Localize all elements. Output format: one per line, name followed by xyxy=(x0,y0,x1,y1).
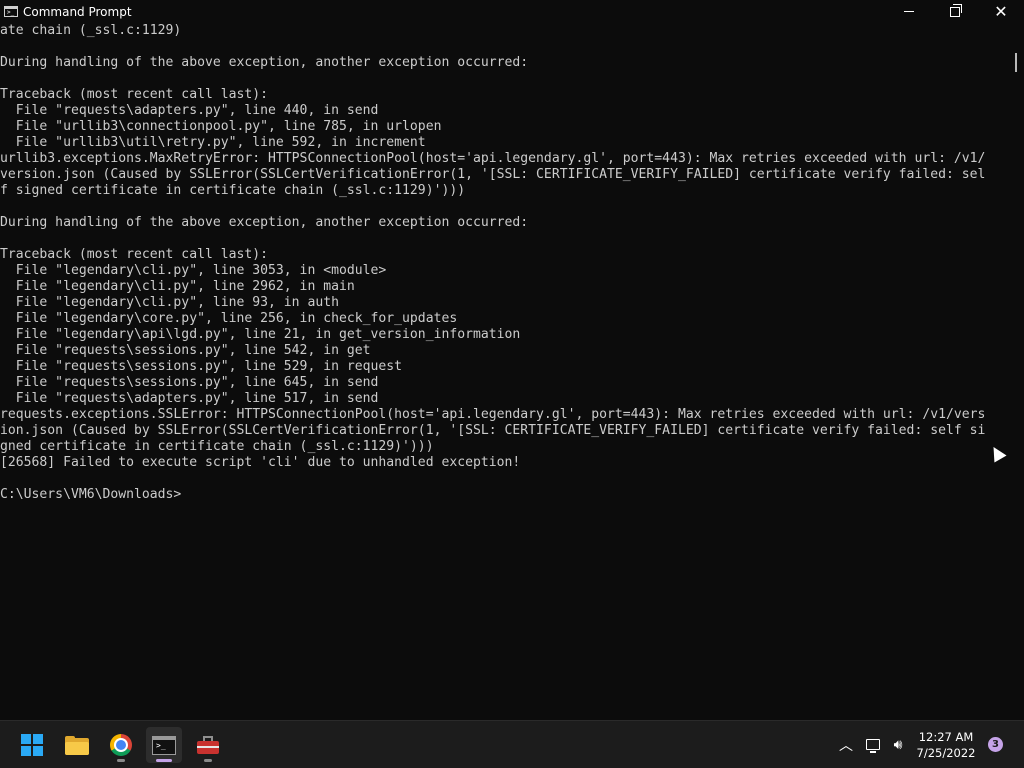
chrome-icon xyxy=(110,734,132,756)
running-indicator xyxy=(204,759,212,762)
window-controls: ✕ xyxy=(886,0,1024,23)
window-title: Command Prompt xyxy=(23,4,132,19)
title-bar[interactable]: >_ Command Prompt ✕ xyxy=(0,0,1024,23)
clock-time: 12:27 AM xyxy=(918,730,974,744)
restore-icon xyxy=(950,3,962,17)
close-button[interactable]: ✕ xyxy=(978,0,1024,23)
clock[interactable]: 12:27 AM 7/25/2022 xyxy=(912,729,980,761)
taskbar: >_ ︿ 🔊︎ 12:27 AM 7/25/2022 3 xyxy=(0,720,1024,768)
start-button[interactable] xyxy=(14,727,50,763)
toolbox-icon xyxy=(197,736,219,754)
vertical-scrollbar[interactable] xyxy=(1006,23,1024,720)
close-icon: ✕ xyxy=(994,1,1008,21)
taskbar-chrome[interactable] xyxy=(103,727,139,763)
taskbar-file-explorer[interactable] xyxy=(59,727,95,763)
show-hidden-icons-button[interactable]: ︿ xyxy=(836,721,856,768)
taskbar-command-prompt[interactable]: >_ xyxy=(146,727,182,763)
running-indicator xyxy=(117,759,125,762)
console-output[interactable]: ate chain (_ssl.c:1129) During handling … xyxy=(0,23,1006,720)
active-indicator xyxy=(156,759,172,762)
speaker-icon: 🔊︎ xyxy=(893,736,903,753)
folder-icon xyxy=(65,735,89,755)
chevron-up-icon: ︿ xyxy=(839,737,853,754)
cmd-app-icon: >_ xyxy=(4,6,18,17)
minimize-icon xyxy=(904,11,914,12)
minimize-button[interactable] xyxy=(886,0,932,23)
network-icon xyxy=(866,739,880,753)
restore-button[interactable] xyxy=(932,0,978,23)
console-text: ate chain (_ssl.c:1129) During handling … xyxy=(0,23,986,502)
clock-date: 7/25/2022 xyxy=(916,746,976,760)
volume-button[interactable]: 🔊︎ xyxy=(888,721,908,768)
notification-badge[interactable]: 3 xyxy=(988,737,1003,752)
network-button[interactable] xyxy=(864,721,882,768)
terminal-icon: >_ xyxy=(152,735,176,755)
scrollbar-thumb[interactable] xyxy=(1015,53,1017,72)
windows-start-icon xyxy=(21,734,43,756)
taskbar-toolbox[interactable] xyxy=(190,727,226,763)
